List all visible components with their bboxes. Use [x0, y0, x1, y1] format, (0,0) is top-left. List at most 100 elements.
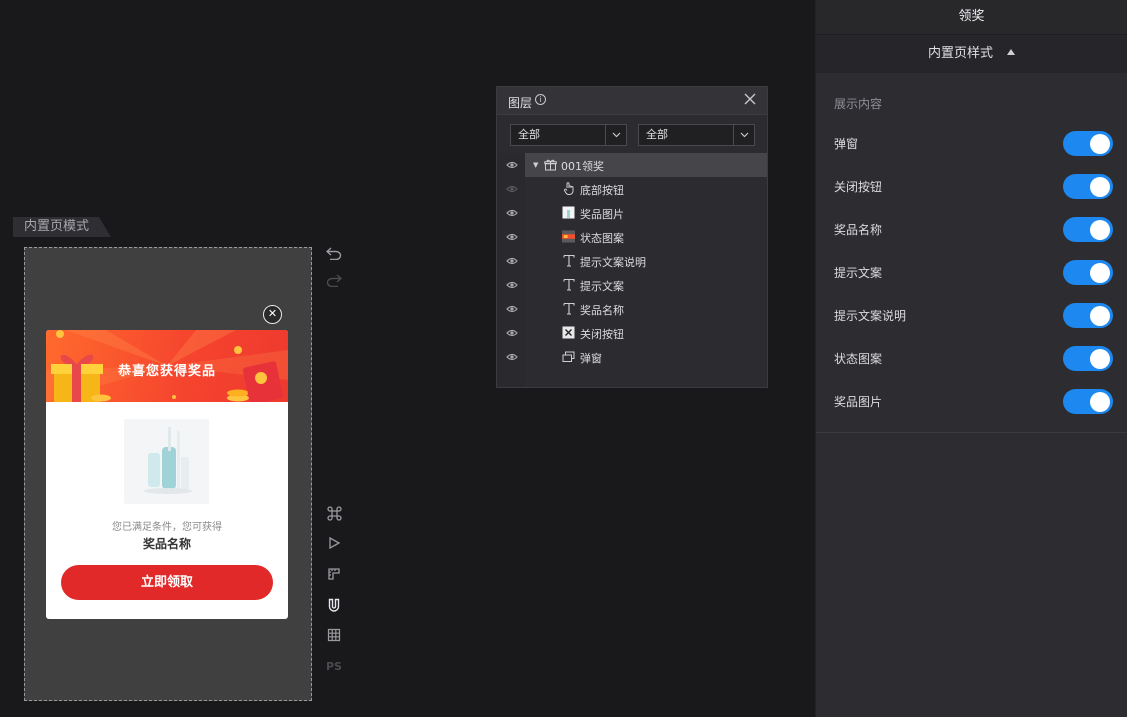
- toggle-row: 关闭按钮: [816, 172, 1127, 200]
- text-icon: [562, 302, 575, 315]
- toggle-label: 弹窗: [834, 137, 859, 151]
- section-title: 内置页样式: [927, 46, 993, 61]
- toggle-row: 弹窗: [816, 129, 1127, 157]
- window-icon: [562, 350, 575, 363]
- toggle-switch[interactable]: [1063, 303, 1113, 328]
- command-icon[interactable]: [325, 504, 343, 522]
- eye-icon[interactable]: [506, 303, 518, 315]
- close-icon[interactable]: [743, 92, 757, 106]
- popup-close-button[interactable]: ✕: [263, 305, 282, 324]
- caret-down-icon[interactable]: ▼: [533, 161, 538, 169]
- toggle-knob: [1090, 391, 1110, 412]
- hand-pointer-icon: [562, 182, 575, 195]
- info-icon[interactable]: i: [535, 94, 546, 105]
- close-icon: ✕: [267, 307, 278, 320]
- layer-row[interactable]: 状态图案: [497, 225, 767, 249]
- toggle-row: 状态图案: [816, 344, 1127, 372]
- text-icon: [562, 278, 575, 291]
- section-header[interactable]: 内置页样式: [816, 35, 1127, 73]
- layer-name: 奖品名称: [580, 304, 624, 317]
- toggle-label: 奖品图片: [834, 395, 883, 409]
- settings-panel-title: 领奖: [816, 0, 1127, 35]
- toggle-switch[interactable]: [1063, 260, 1113, 285]
- toggle-row: 提示文案说明: [816, 301, 1127, 329]
- layer-name: 关闭按钮: [580, 328, 624, 341]
- section-body: 展示内容 弹窗 关闭按钮 奖品名称 提示文案 提示文案说明 状态图案 奖品图片: [816, 73, 1127, 433]
- undo-icon[interactable]: [325, 244, 343, 262]
- play-icon[interactable]: [325, 534, 343, 552]
- layer-name: 提示文案: [580, 280, 624, 293]
- layer-filter-2-value: 全部: [646, 128, 668, 141]
- prize-name: 奖品名称: [142, 537, 191, 551]
- layer-row[interactable]: 奖品名称: [497, 297, 767, 321]
- eye-icon[interactable]: [506, 231, 518, 243]
- text-icon: [562, 254, 575, 267]
- toggle-switch[interactable]: [1063, 217, 1113, 242]
- toggle-switch[interactable]: [1063, 131, 1113, 156]
- mode-tag-label: 内置页模式: [24, 219, 90, 234]
- layer-list: ▼ 001领奖 底部按钮 奖品图片 状态图案 提示文案说明 提示文案 奖品名称 …: [497, 153, 767, 387]
- layer-name: 状态图案: [580, 232, 624, 245]
- eye-icon[interactable]: [506, 327, 518, 339]
- toggle-row: 奖品名称: [816, 215, 1127, 243]
- toggle-knob: [1090, 176, 1110, 197]
- layer-row[interactable]: 弹窗: [497, 345, 767, 369]
- caret-up-icon[interactable]: [1007, 49, 1015, 55]
- toggle-label: 奖品名称: [834, 223, 883, 237]
- layer-filter-select-1[interactable]: 全部: [510, 124, 627, 146]
- layer-group-row[interactable]: ▼ 001领奖: [497, 153, 767, 177]
- eye-icon[interactable]: [506, 279, 518, 291]
- magnet-icon[interactable]: [325, 596, 343, 614]
- eye-icon[interactable]: [506, 207, 518, 219]
- layer-group-name: 001领奖: [561, 160, 604, 173]
- image-thumb-icon: [562, 206, 575, 219]
- toggle-knob: [1090, 348, 1110, 369]
- chevron-down-icon: [733, 125, 754, 145]
- layer-name: 提示文案说明: [580, 256, 646, 269]
- popup-title: 恭喜您获得奖品: [117, 364, 216, 379]
- layers-panel-header: 图层 i: [497, 87, 767, 115]
- toggle-label: 状态图案: [834, 352, 883, 366]
- toggle-knob: [1090, 133, 1110, 154]
- layer-row[interactable]: 提示文案说明: [497, 249, 767, 273]
- ruler-icon[interactable]: [325, 565, 343, 583]
- toggle-label: 提示文案: [834, 266, 883, 280]
- toggle-switch[interactable]: [1063, 389, 1113, 414]
- prize-popup[interactable]: 恭喜您获得奖品 您已满足条件，您可获得 奖品名称 立即领取: [46, 330, 288, 619]
- toggle-switch[interactable]: [1063, 174, 1113, 199]
- settings-panel: 领奖 内置页样式 展示内容 弹窗 关闭按钮 奖品名称 提示文案 提示文案说明 状…: [815, 0, 1127, 717]
- gift-icon: [544, 158, 557, 171]
- toggle-knob: [1090, 262, 1110, 283]
- toggle-switch[interactable]: [1063, 346, 1113, 371]
- photoshop-import-button[interactable]: PS: [325, 657, 343, 675]
- redo-icon[interactable]: [325, 271, 343, 289]
- eye-icon[interactable]: [506, 351, 518, 363]
- layer-row[interactable]: 底部按钮: [497, 177, 767, 201]
- status-banner[interactable]: 恭喜您获得奖品: [46, 330, 288, 402]
- layer-name: 弹窗: [580, 352, 602, 365]
- layer-name: 底部按钮: [580, 184, 624, 197]
- close-thumb-icon: [562, 326, 575, 339]
- prize-image[interactable]: [124, 419, 209, 504]
- content-label: 展示内容: [834, 97, 883, 111]
- toggle-knob: [1090, 219, 1110, 240]
- eye-icon[interactable]: [506, 159, 518, 171]
- layer-filter-select-2[interactable]: 全部: [638, 124, 755, 146]
- layer-name: 奖品图片: [580, 208, 624, 221]
- eye-icon[interactable]: [506, 183, 518, 195]
- toggle-row: 奖品图片: [816, 387, 1127, 415]
- toggle-label: 提示文案说明: [834, 309, 907, 323]
- layer-row[interactable]: 奖品图片: [497, 201, 767, 225]
- mode-tag: 内置页模式: [13, 217, 111, 237]
- hint-description: 您已满足条件，您可获得: [112, 522, 222, 533]
- grid-icon[interactable]: [325, 626, 343, 644]
- layer-row[interactable]: 提示文案: [497, 273, 767, 297]
- layer-row[interactable]: 关闭按钮: [497, 321, 767, 345]
- banner-thumb-icon: [562, 230, 575, 243]
- toggle-row: 提示文案: [816, 258, 1127, 286]
- layer-filter-1-value: 全部: [518, 128, 540, 141]
- eye-icon[interactable]: [506, 255, 518, 267]
- layers-panel-title: 图层: [508, 96, 533, 110]
- layer-filters: 全部 全部: [497, 116, 767, 152]
- claim-button[interactable]: 立即领取: [61, 565, 273, 600]
